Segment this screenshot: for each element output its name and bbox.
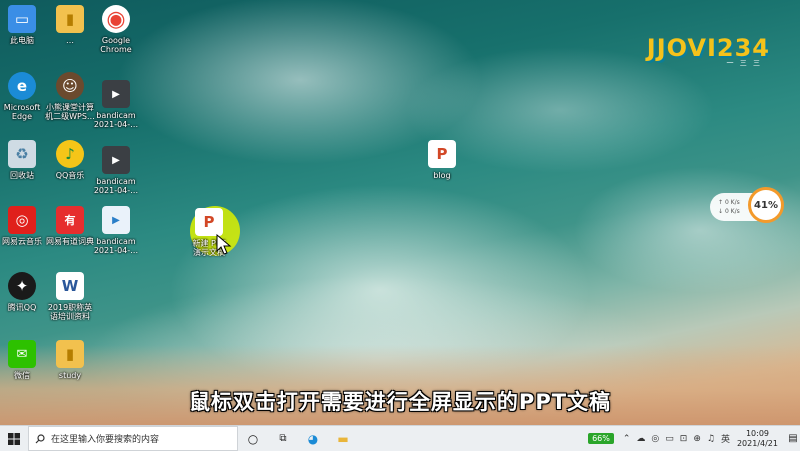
task-view-icon: ⧉ <box>279 433 287 444</box>
computer-icon: ▭ <box>8 5 36 33</box>
qq-icon: ✦ <box>8 272 36 300</box>
desktop-icon-bandicam-1[interactable]: ▶ bandicam 2021-04-… <box>86 80 146 129</box>
icon-label: 2019职称英 语培训资料 <box>47 303 93 321</box>
word-doc-icon: W <box>56 272 84 300</box>
recycle-bin-icon: ♻ <box>8 140 36 168</box>
clock-date: 2021/4/21 <box>736 438 778 448</box>
network-speed-widget[interactable]: ↑ 0 K/s ↓ 0 K/s 41% <box>710 187 784 223</box>
start-button[interactable] <box>0 426 28 451</box>
music-icon: ♪ <box>56 140 84 168</box>
notification-center-icon[interactable]: ▤ <box>786 426 800 451</box>
tray-app-icon[interactable]: ◎ <box>651 434 659 444</box>
edge-icon: ◕ <box>307 431 319 446</box>
taskbar-file-explorer[interactable]: ▬ <box>328 426 358 451</box>
video-file-icon: ▶ <box>102 146 130 174</box>
desktop: ▭ 此电脑 ▮ … ◉ Google Chrome e Microsoft Ed… <box>0 0 800 425</box>
ime-indicator[interactable]: 英 <box>721 432 730 445</box>
clock[interactable]: 10:09 2021/4/21 <box>737 429 778 449</box>
video-file-icon: ▶ <box>102 206 130 234</box>
show-hidden-icons-icon[interactable]: ⌃ <box>623 434 631 444</box>
desktop-icon-bandicam-2[interactable]: ▶ bandicam 2021-04-… <box>86 146 146 195</box>
desktop-icon-study-folder[interactable]: ▮ study <box>40 340 100 380</box>
watermark-tagline: 一 三 三 <box>726 59 762 67</box>
folder-icon: ▮ <box>56 5 84 33</box>
cortana-button[interactable]: ○ <box>238 426 268 451</box>
icon-label: bandicam 2021-04-… <box>93 177 139 195</box>
taskbar-edge[interactable]: ◕ <box>298 426 328 451</box>
edge-icon: e <box>8 72 36 100</box>
icon-label: bandicam 2021-04-… <box>93 237 139 255</box>
desktop-icon-bandicam-3[interactable]: ▶ bandicam 2021-04-… <box>86 206 146 255</box>
icon-label: blog <box>433 171 451 180</box>
taskbar: 在这里输入你要搜索的内容 ○ ⧉ ◕ ▬ 66% ⌃ ☁ ◎ ▭ ⊡ ⊕ ♫ 英… <box>0 425 800 451</box>
desktop-icon-blog-file[interactable]: P blog <box>412 140 472 180</box>
system-tray: 66% ⌃ ☁ ◎ ▭ ⊡ ⊕ ♫ 英 10:09 2021/4/21 ▤ <box>588 426 800 451</box>
network-icon[interactable]: ⊕ <box>693 434 701 444</box>
ppt-file-icon: P <box>428 140 456 168</box>
search-icon <box>35 433 45 443</box>
search-placeholder: 在这里输入你要搜索的内容 <box>51 435 160 445</box>
youdao-icon: 有 <box>56 206 84 234</box>
icon-label: Google Chrome <box>100 36 132 54</box>
cortana-icon: ○ <box>247 431 259 446</box>
memory-usage-ring: 41% <box>748 187 784 223</box>
task-view-button[interactable]: ⧉ <box>268 426 298 451</box>
netease-icon: ◎ <box>8 206 36 234</box>
chrome-icon: ◉ <box>102 5 130 33</box>
folder-icon: ▮ <box>56 340 84 368</box>
taskbar-search-box[interactable]: 在这里输入你要搜索的内容 <box>28 426 238 451</box>
desktop-icon-word-doc[interactable]: W 2019职称英 语培训资料 <box>40 272 100 321</box>
icon-label: study <box>58 371 82 380</box>
folder-icon: ▬ <box>337 431 349 446</box>
volume-icon[interactable]: ♫ <box>707 434 715 444</box>
clock-time: 10:09 <box>745 428 770 438</box>
video-file-icon: ▶ <box>102 80 130 108</box>
download-speed-value: 0 K/s <box>724 208 740 215</box>
battery-icon[interactable]: ▭ <box>665 434 674 444</box>
download-speed: ↓ 0 K/s <box>718 208 740 215</box>
windows-logo-icon <box>8 432 20 445</box>
upload-speed: ↑ 0 K/s <box>718 199 740 206</box>
icon-label: bandicam 2021-04-… <box>93 111 139 129</box>
mouse-cursor-icon <box>216 234 232 255</box>
upload-speed-value: 0 K/s <box>724 199 740 206</box>
avatar-icon: ☺ <box>56 72 84 100</box>
video-subtitle: 鼠标双击打开需要进行全屏显示的PPT文稿 <box>188 390 612 414</box>
desktop-icon-google-chrome[interactable]: ◉ Google Chrome <box>86 5 146 54</box>
battery-indicator[interactable]: 66% <box>588 433 614 444</box>
cloud-icon[interactable]: ☁ <box>636 434 645 444</box>
usb-icon[interactable]: ⊡ <box>680 434 688 444</box>
ppt-file-icon: P <box>195 208 223 236</box>
wechat-icon: ✉ <box>8 340 36 368</box>
